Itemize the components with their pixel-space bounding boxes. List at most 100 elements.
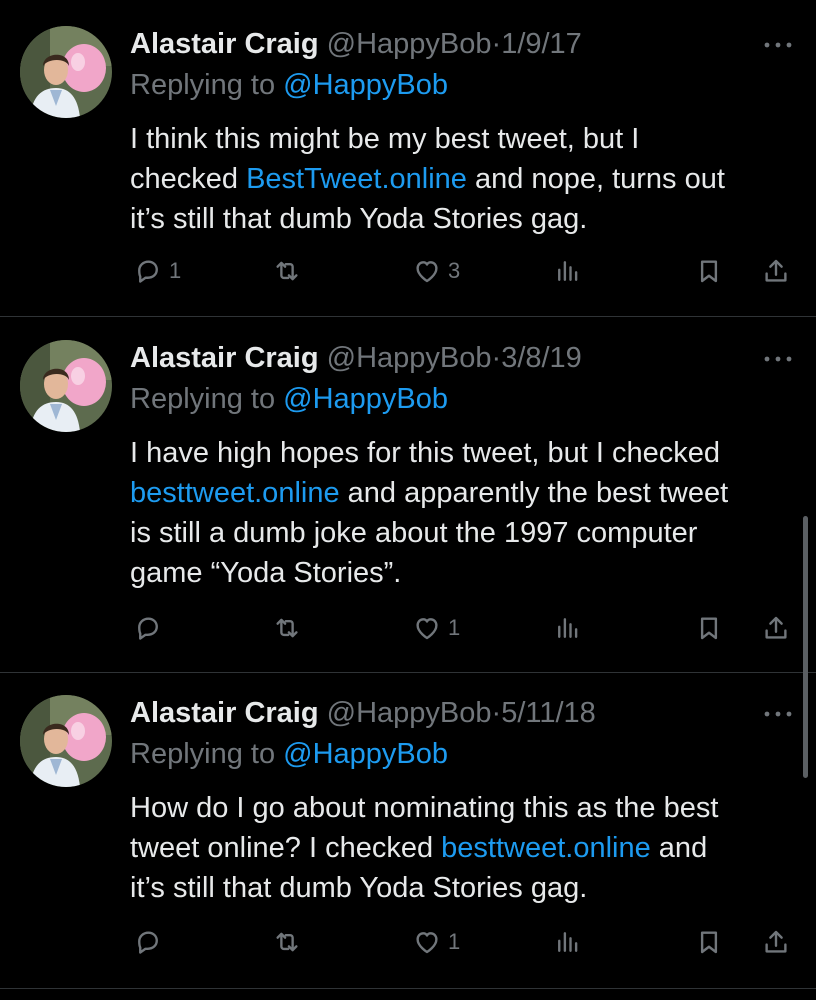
heart-icon: [412, 927, 442, 957]
views-button[interactable]: [553, 251, 583, 291]
tweet-text-line: is still a dumb joke about the 1997 comp…: [130, 513, 800, 553]
url-link[interactable]: besttweet.online: [130, 477, 340, 509]
heart-icon: [412, 613, 442, 643]
text-segment: and: [650, 832, 708, 864]
retweet-button[interactable]: [272, 251, 308, 291]
retweet-icon: [272, 927, 302, 957]
avatar[interactable]: [20, 340, 112, 432]
share-icon: [761, 256, 791, 286]
views-chart-icon: [553, 927, 583, 957]
tweet-divider: [0, 316, 816, 317]
views-chart-icon: [553, 613, 583, 643]
tweet-text: I have high hopes for this tweet, but I …: [130, 433, 800, 593]
tweet-text-line: checked BestTweet.online and nope, turns…: [130, 159, 800, 199]
bookmark-icon: [694, 613, 724, 643]
like-button[interactable]: 3: [412, 251, 460, 291]
like-button[interactable]: 1: [412, 608, 460, 648]
likes-count: 3: [448, 258, 461, 283]
replying-to-label: Replying to: [130, 738, 276, 770]
retweet-button[interactable]: [272, 608, 308, 648]
author-handle[interactable]: @HappyBob: [327, 697, 492, 729]
separator-dot: ·: [491, 28, 502, 60]
heart-icon: [412, 256, 442, 286]
tweet-date[interactable]: 3/8/19: [501, 342, 582, 374]
replies-count: 1: [169, 258, 182, 283]
likes-count: 1: [448, 929, 461, 954]
tweet-text-line: it’s still that dumb Yoda Stories gag.: [130, 199, 800, 239]
avatar[interactable]: [20, 695, 112, 787]
retweet-icon: [272, 613, 302, 643]
replying-to-label: Replying to: [130, 69, 276, 101]
author-name[interactable]: Alastair Craig: [130, 342, 319, 374]
bookmark-button[interactable]: [694, 922, 724, 962]
tweet-text-line: I have high hopes for this tweet, but I …: [130, 433, 800, 473]
views-button[interactable]: [553, 922, 583, 962]
bookmark-icon: [694, 256, 724, 286]
author-name[interactable]: Alastair Craig: [130, 28, 319, 60]
share-icon: [761, 613, 791, 643]
share-icon: [761, 927, 791, 957]
tweet-actions: 1: [0, 922, 816, 962]
reply-button[interactable]: 1: [133, 251, 181, 291]
retweet-button[interactable]: [272, 922, 308, 962]
tweet-text-line: game “Yoda Stories”.: [130, 553, 800, 593]
tweet-divider: [0, 672, 816, 673]
text-segment: checked: [130, 163, 247, 195]
author-name[interactable]: Alastair Craig: [130, 697, 319, 729]
more-horizontal-icon[interactable]: [762, 344, 794, 372]
tweet-actions: 13: [0, 251, 816, 291]
reply-button[interactable]: [133, 922, 169, 962]
like-button[interactable]: 1: [412, 922, 460, 962]
bookmark-icon: [694, 927, 724, 957]
more-horizontal-icon[interactable]: [762, 30, 794, 58]
tweet-text-line: it’s still that dumb Yoda Stories gag.: [130, 868, 800, 908]
url-link[interactable]: BestTweet.online: [246, 163, 467, 195]
tweet-divider: [0, 988, 816, 989]
author-handle[interactable]: @HappyBob: [327, 28, 492, 60]
share-button[interactable]: [761, 251, 791, 291]
reply-to-handle-link[interactable]: @HappyBob: [283, 69, 448, 101]
likes-count: 1: [448, 615, 461, 640]
tweet-header: Alastair Craig @HappyBob·1/9/17: [130, 26, 582, 62]
tweet-date[interactable]: 1/9/17: [501, 28, 582, 60]
tweet-date[interactable]: 5/11/18: [501, 697, 596, 729]
tweet-actions: 1: [0, 608, 816, 648]
text-segment: and nope, turns out: [466, 163, 725, 195]
separator-dot: ·: [491, 342, 502, 374]
scrollbar[interactable]: [803, 516, 808, 778]
share-button[interactable]: [761, 608, 791, 648]
avatar[interactable]: [20, 26, 112, 118]
text-segment: and apparently the best tweet: [339, 477, 729, 509]
tweet-text: I think this might be my best tweet, but…: [130, 119, 800, 239]
reply-icon: [133, 927, 163, 957]
author-handle[interactable]: @HappyBob: [327, 342, 492, 374]
bookmark-button[interactable]: [694, 251, 724, 291]
reply-button[interactable]: [133, 608, 169, 648]
text-segment: I think this might be my best tweet, but…: [130, 123, 640, 155]
views-chart-icon: [553, 256, 583, 286]
more-horizontal-icon[interactable]: [762, 699, 794, 727]
text-segment: is still a dumb joke about the 1997 comp…: [130, 517, 698, 549]
views-button[interactable]: [553, 608, 583, 648]
retweet-icon: [272, 256, 302, 286]
reply-to-handle-link[interactable]: @HappyBob: [283, 738, 448, 770]
reply-to-handle-link[interactable]: @HappyBob: [283, 383, 448, 415]
text-segment: tweet online? I checked: [130, 832, 442, 864]
replying-to: Replying to @HappyBob: [130, 67, 448, 103]
tweet-text-line: besttweet.online and apparently the best…: [130, 473, 800, 513]
bookmark-button[interactable]: [694, 608, 724, 648]
text-segment: game “Yoda Stories”.: [130, 557, 402, 589]
reply-icon: [133, 256, 163, 286]
tweet-text-line: How do I go about nominating this as the…: [130, 788, 800, 828]
url-link[interactable]: besttweet.online: [441, 832, 651, 864]
text-segment: it’s still that dumb Yoda Stories gag.: [130, 203, 588, 235]
tweet-text-line: tweet online? I checked besttweet.online…: [130, 828, 800, 868]
tweet-text: How do I go about nominating this as the…: [130, 788, 800, 908]
replying-to: Replying to @HappyBob: [130, 381, 448, 417]
text-segment: I have high hopes for this tweet, but I …: [130, 437, 721, 469]
tweet-header: Alastair Craig @HappyBob·3/8/19: [130, 340, 582, 376]
tweet-header: Alastair Craig @HappyBob·5/11/18: [130, 695, 596, 731]
tweet-text-line: I think this might be my best tweet, but…: [130, 119, 800, 159]
text-segment: it’s still that dumb Yoda Stories gag.: [130, 872, 588, 904]
share-button[interactable]: [761, 922, 791, 962]
